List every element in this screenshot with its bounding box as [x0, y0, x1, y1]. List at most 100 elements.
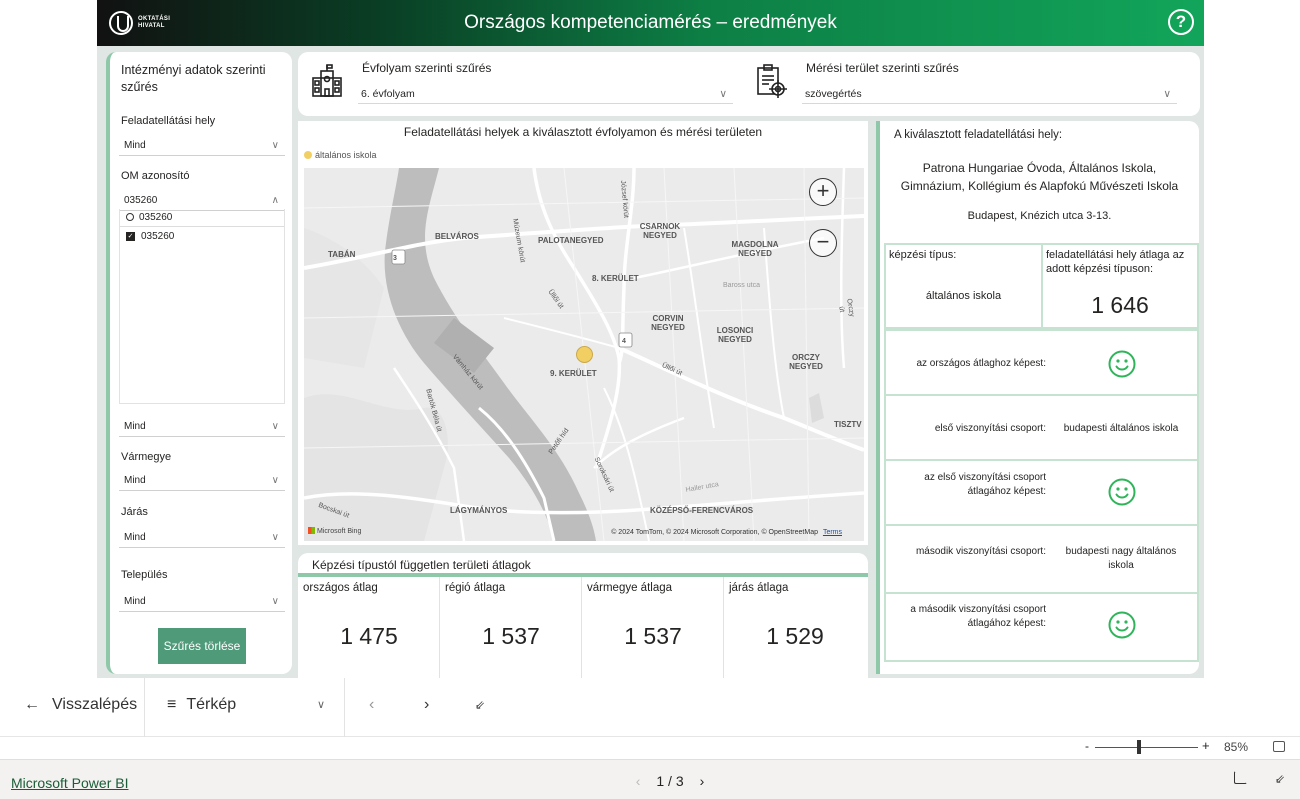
help-button[interactable]: ?: [1168, 9, 1194, 35]
region-filter-dropdown[interactable]: Mind ∨: [119, 416, 285, 437]
pager-next-icon[interactable]: ›: [700, 773, 705, 789]
settlement-filter-value: Mind: [124, 596, 146, 607]
average-cell-region: régió átlaga 1 537: [440, 577, 582, 678]
second-group-comparison-label: a második viszonyítási csoport átlagához…: [910, 604, 1046, 629]
zoom-in-plus[interactable]: +: [1202, 738, 1210, 753]
page-selector[interactable]: ≡ Térkép ∨: [167, 696, 325, 714]
share-icon[interactable]: [1234, 771, 1247, 784]
checkbox-checked-icon[interactable]: ✓: [126, 232, 135, 241]
menu-lines-icon: ≡: [167, 696, 177, 713]
report-page: Országos kompetenciamérés – eredmények O…: [97, 0, 1204, 678]
average-label: országos átlag: [303, 582, 378, 594]
pager-prev-icon[interactable]: ‹: [636, 773, 641, 789]
selected-site-label: A kiválasztott feladatellátási hely:: [894, 129, 1063, 141]
district-filter-value: Mind: [124, 532, 146, 543]
report-navigation-bar: ← Visszalépés ≡ Térkép ∨ ‹ › ⇙: [0, 678, 1300, 737]
map-street-label: Orczy út: [837, 298, 856, 318]
averages-title: Képzési típustól független területi átla…: [312, 558, 531, 572]
grade-filter-label: Évfolyam szerinti szűrés: [362, 61, 492, 75]
county-filter-dropdown[interactable]: Mind ∨: [119, 470, 285, 491]
map-area[interactable]: 3 4 TABÁN BELVÁROS PALOTANEGYED CSARNOK …: [304, 168, 864, 541]
first-group-box: első viszonyítási csoport: budapesti ált…: [884, 394, 1199, 461]
fit-to-page-icon[interactable]: [1273, 741, 1285, 752]
area-filter-label: Mérési terület szerinti szűrés: [806, 61, 959, 75]
map-visual: Feladatellátási helyek a kiválasztott év…: [298, 121, 868, 545]
county-filter-label: Vármegye: [121, 451, 172, 463]
national-comparison-box: az országos átlaghoz képest:: [884, 329, 1199, 396]
training-type-box: képzési típus: általános iskola: [884, 243, 1043, 329]
terms-link[interactable]: Terms: [823, 529, 842, 536]
map-legend: általános iskola: [304, 150, 377, 160]
bing-attribution: Microsoft Bing: [308, 527, 361, 535]
logo-text: OKTATÁSI HIVATAL: [138, 16, 171, 29]
arrow-left-icon: ←: [24, 696, 40, 713]
grade-filter-dropdown[interactable]: 6. évfolyam ∨: [358, 81, 733, 104]
first-group-label: első viszonyítási csoport:: [934, 423, 1046, 434]
om-filter-value: 035260: [124, 195, 158, 206]
page-selector-label: Térkép: [186, 696, 237, 713]
first-group-comparison-box: az első viszonyítási csoport átlagához k…: [884, 459, 1199, 526]
previous-page-button[interactable]: ‹: [369, 696, 374, 714]
back-button-label: Visszalépés: [52, 696, 138, 713]
om-list-item[interactable]: ✓ 035260: [126, 231, 174, 242]
map-district-label: LOSONCI NEGYED: [716, 326, 754, 344]
area-filter-dropdown[interactable]: szövegértés ∨: [802, 81, 1177, 104]
average-cell-county: vármegye átlaga 1 537: [582, 577, 724, 678]
site-filter-dropdown[interactable]: Mind ∨: [119, 135, 285, 156]
back-button[interactable]: ← Visszalépés: [24, 696, 137, 714]
second-group-value: budapesti nagy általános iskola: [1065, 546, 1177, 571]
zoom-slider[interactable]: [1095, 747, 1198, 748]
om-filter-dropdown[interactable]: 035260 ∧: [119, 190, 285, 211]
chevron-down-icon: ∨: [271, 532, 279, 543]
om-search-value: 035260: [139, 212, 173, 223]
grade-filter-value: 6. évfolyam: [361, 88, 415, 100]
average-value: 1 537: [624, 623, 682, 649]
average-cell-national: országos átlag 1 475: [298, 577, 440, 678]
map-district-label: MAGDOLNA NEGYED: [731, 240, 779, 258]
average-value: 1 529: [766, 623, 824, 649]
page-title: Országos kompetenciamérés – eredmények: [464, 12, 837, 33]
measurement-filter-bar: Évfolyam szerinti szűrés 6. évfolyam ∨ M…: [298, 52, 1200, 116]
map-district-label: BELVÁROS: [435, 232, 479, 241]
site-filter-label: Feladatellátási hely: [121, 115, 216, 127]
district-filter-dropdown[interactable]: Mind ∨: [119, 527, 285, 548]
site-average-box: feladatellátási hely átlaga az adott kép…: [1041, 243, 1199, 329]
collapse-icon[interactable]: ⇙: [475, 698, 485, 712]
chevron-down-icon: ∨: [317, 699, 326, 711]
chevron-down-icon: ∨: [271, 421, 279, 432]
chevron-down-icon: ∨: [271, 475, 279, 486]
regional-averages-card: Képzési típustól független területi átla…: [298, 553, 868, 678]
road-shield-label: 4: [622, 338, 626, 345]
map-district-label: PALOTANEGYED: [538, 236, 604, 245]
exit-fullscreen-icon[interactable]: ⇙: [1275, 772, 1285, 786]
average-value: 1 537: [482, 623, 540, 649]
school-location-marker[interactable]: [576, 346, 593, 363]
logo-icon: [109, 11, 133, 35]
map-district-label: TISZTV: [834, 420, 862, 429]
site-address: Budapest, Knézich utca 3-13.: [967, 210, 1112, 222]
training-type-value: általános iskola: [925, 290, 1002, 302]
om-search-input[interactable]: 035260: [120, 209, 284, 227]
document-target-icon: [757, 64, 787, 98]
training-type-label: képzési típus:: [889, 249, 957, 261]
second-group-label: második viszonyítási csoport:: [915, 546, 1046, 557]
zoom-slider-thumb[interactable]: [1137, 740, 1141, 754]
second-group-box: második viszonyítási csoport: budapesti …: [884, 524, 1199, 594]
om-filter-label: OM azonosító: [121, 170, 190, 182]
logo: OKTATÁSI HIVATAL: [109, 9, 199, 37]
settlement-filter-dropdown[interactable]: Mind ∨: [119, 591, 285, 612]
reset-filters-button[interactable]: Szűrés törlése: [158, 628, 246, 664]
selected-site-name: Patrona Hungariae Óvoda, Általános Iskol…: [880, 159, 1199, 195]
next-page-button[interactable]: ›: [424, 696, 429, 714]
header-bar: Országos kompetenciamérés – eredmények O…: [97, 0, 1204, 46]
zoom-out-button[interactable]: −: [809, 229, 837, 257]
site-name-line: Gimnázium, Kollégium és Alapfokú Művésze…: [900, 179, 1179, 193]
legend-dot-icon: [304, 151, 312, 159]
zoom-in-button[interactable]: +: [809, 178, 837, 206]
zoom-percent: 85%: [1224, 740, 1249, 754]
zoom-out-minus[interactable]: -: [1085, 739, 1089, 753]
om-dropdown-list: 035260 ✓ 035260: [119, 209, 285, 404]
region-filter-value: Mind: [124, 421, 146, 432]
map-district-label: LÁGYMÁNYOS: [450, 506, 508, 515]
site-name-line: Patrona Hungariae Óvoda, Általános Iskol…: [922, 161, 1157, 175]
